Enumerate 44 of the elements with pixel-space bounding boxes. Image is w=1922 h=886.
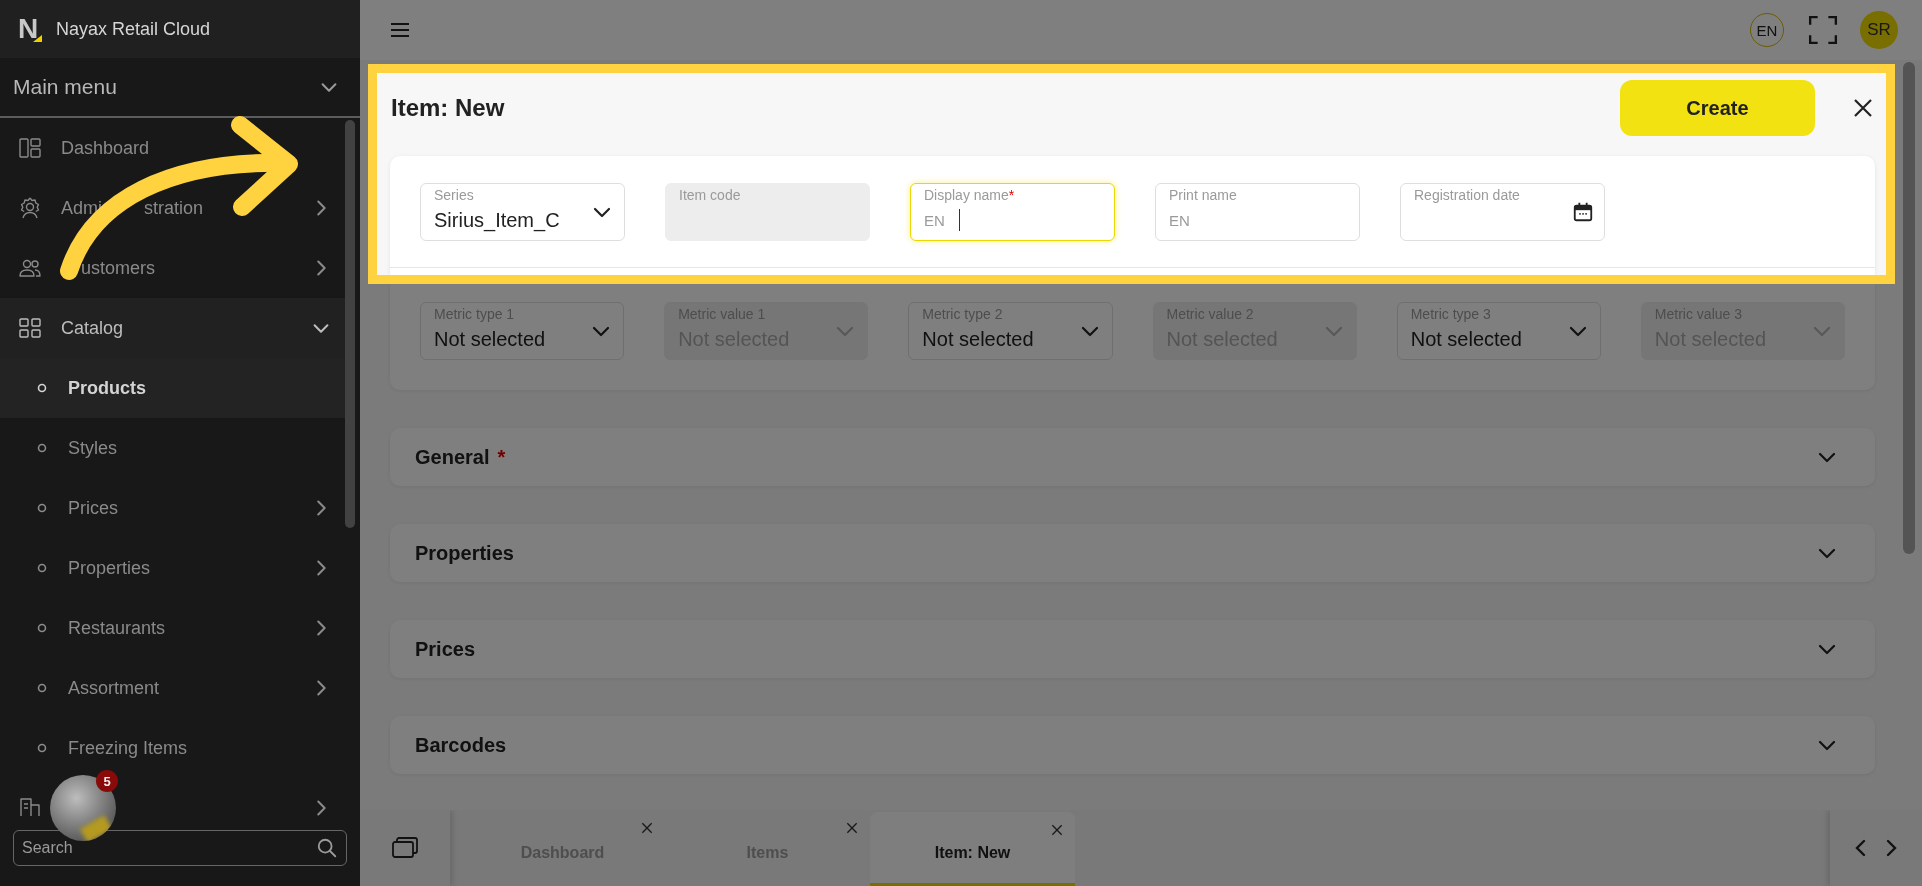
field-value: Not selected [434, 327, 546, 351]
language-prefix: EN [1169, 211, 1190, 229]
dashboard-icon [18, 136, 42, 160]
text-cursor [958, 209, 961, 231]
menu-item[interactable]: Products [0, 358, 345, 418]
menu-item[interactable]: Properties [0, 538, 345, 598]
menu-item[interactable]: ustomers [0, 238, 345, 298]
field-value: Not selected [922, 327, 1034, 351]
bullet-icon [37, 743, 47, 753]
create-button[interactable]: Create [1620, 80, 1815, 136]
grid-icon [18, 316, 42, 340]
menu-item[interactable]: Prices [0, 478, 345, 538]
language-prefix: EN [924, 211, 945, 229]
field-label: Display name* [924, 187, 1016, 204]
gear-person-icon [18, 196, 42, 220]
logo: N [18, 14, 40, 44]
date-field[interactable]: Registration date [1400, 183, 1605, 241]
menu-item[interactable]: Assortment [0, 658, 345, 718]
calendar-icon [1572, 201, 1594, 223]
bullet-icon [37, 563, 47, 573]
search-field[interactable]: Search [13, 830, 347, 866]
text-field[interactable]: Print name EN [1155, 183, 1360, 241]
menu-item[interactable]: Catalog [0, 298, 345, 358]
bullet-icon [37, 383, 47, 393]
bullet-icon [37, 623, 47, 633]
bullet-icon [37, 683, 47, 693]
field-label: Print name [1169, 187, 1238, 204]
field-label: Registration date [1414, 187, 1521, 204]
menu-item[interactable]: Styles [0, 418, 345, 478]
field-label: Series [434, 187, 475, 204]
bullet-icon [37, 443, 47, 453]
search-icon [316, 837, 338, 859]
bullet-icon [37, 503, 47, 513]
field-value: Not selected [1410, 327, 1522, 351]
notification-badge: 5 [96, 770, 118, 792]
menu-item[interactable]: Dashboard [0, 118, 345, 178]
menu-item[interactable]: Restaurants [0, 598, 345, 658]
app-title: Nayax Retail Cloud [56, 18, 211, 40]
text-field[interactable]: Display name* EN [910, 183, 1115, 241]
select-field[interactable]: Series Sirius_Item_C [420, 183, 625, 241]
menu-header[interactable]: Main menu [0, 58, 360, 118]
field-value: Sirius_Item_C [434, 208, 560, 232]
page-title: Item: New [391, 94, 506, 122]
field-label: Item code [679, 187, 742, 204]
